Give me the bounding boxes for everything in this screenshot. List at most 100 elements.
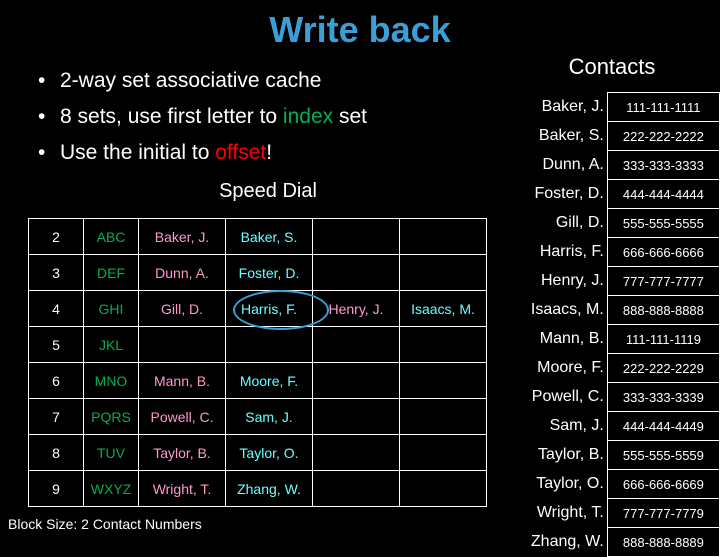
contact-number-cell: 444-444-4449 xyxy=(606,411,720,441)
speed-dial-entry-cell xyxy=(399,470,487,507)
contact-name-cell: Baker, S. xyxy=(538,127,604,144)
contact-name-cell: Harris, F. xyxy=(539,243,604,260)
bullet-text-segment: offset xyxy=(215,141,267,164)
speed-dial-entry-cell xyxy=(312,326,400,363)
speed-dial-tag-cell: ABC xyxy=(83,218,139,255)
contact-name-cell: Wright, T. xyxy=(536,504,604,521)
speed-dial-entry-cell xyxy=(312,218,400,255)
speed-dial-row: 3 DEF Dunn, A. Foster, D. xyxy=(28,254,487,291)
contact-row: Taylor, B. 555-555-5559 xyxy=(512,440,720,470)
speed-dial-row: 4 GHI Gill, D. Harris, F. Henry, J. Isaacs, M… xyxy=(28,290,487,327)
speed-dial-tag-cell: PQRS xyxy=(83,398,139,435)
contact-name-cell: Moore, F. xyxy=(537,359,604,376)
speed-dial-entry-cell xyxy=(225,326,313,363)
speed-dial-entry-cell: Wright, T. xyxy=(138,470,226,507)
speed-dial-entry-cell: Foster, D. xyxy=(225,254,313,291)
contact-number-cell: 222-222-2229 xyxy=(606,353,720,383)
contact-row: Henry, J. 777-777-7777 xyxy=(512,266,720,296)
contact-number-cell: 888-888-8889 xyxy=(606,527,720,557)
contact-name-cell: Taylor, O. xyxy=(536,475,604,492)
contact-number-cell: 111-111-1119 xyxy=(606,324,720,354)
bullet-marker-icon: • xyxy=(38,141,46,164)
speed-dial-table: 2 ABC Baker, J. Baker, S. 3 DEF Dunn, A. Foster… xyxy=(28,218,487,507)
speed-dial-entry-cell: Gill, D. xyxy=(138,290,226,327)
speed-dial-index-cell: 4 xyxy=(28,290,84,327)
speed-dial-entry-cell: Taylor, O. xyxy=(225,434,313,471)
speed-dial-index-cell: 5 xyxy=(28,326,84,363)
contact-name-cell: Mann, B. xyxy=(539,330,604,347)
contact-name-cell: Foster, D. xyxy=(534,185,604,202)
block-size-note: Block Size: 2 Contact Numbers xyxy=(8,516,202,532)
speed-dial-row: 8 TUV Taylor, B. Taylor, O. xyxy=(28,434,487,471)
contact-row: Sam, J. 444-444-4449 xyxy=(512,411,720,441)
contact-row: Mann, B. 111-111-1119 xyxy=(512,324,720,354)
speed-dial-tag-cell: GHI xyxy=(83,290,139,327)
contact-row: Taylor, O. 666-666-6669 xyxy=(512,469,720,499)
contact-row: Zhang, W. 888-888-8889 xyxy=(512,527,720,557)
speed-dial-entry-cell: Powell, C. xyxy=(138,398,226,435)
speed-dial-index-cell: 6 xyxy=(28,362,84,399)
speed-dial-entry-cell: Isaacs, M. xyxy=(399,290,487,327)
contact-number-cell: 888-888-8888 xyxy=(606,295,720,325)
speed-dial-entry-cell: Zhang, W. xyxy=(225,470,313,507)
speed-dial-entry-cell: Henry, J. xyxy=(312,290,400,327)
speed-dial-entry-cell xyxy=(312,254,400,291)
speed-dial-entry-cell: Baker, S. xyxy=(225,218,313,255)
contact-number-cell: 555-555-5559 xyxy=(606,440,720,470)
speed-dial-tag-cell: JKL xyxy=(83,326,139,363)
contact-row: Wright, T. 777-777-7779 xyxy=(512,498,720,528)
contact-number-cell: 333-333-3339 xyxy=(606,382,720,412)
speed-dial-entry-cell xyxy=(399,362,487,399)
contact-name-cell: Sam, J. xyxy=(549,417,604,434)
speed-dial-entry-cell xyxy=(312,362,400,399)
speed-dial-index-cell: 8 xyxy=(28,434,84,471)
speed-dial-caption: Speed Dial xyxy=(219,180,317,202)
bullet-text-segment: ! xyxy=(266,141,273,164)
contact-row: Powell, C. 333-333-3339 xyxy=(512,382,720,412)
contact-name-cell: Gill, D. xyxy=(555,214,604,231)
contact-number-cell: 222-222-2222 xyxy=(606,121,720,151)
contact-name-cell: Dunn, A. xyxy=(542,156,604,173)
speed-dial-entry-cell: Taylor, B. xyxy=(138,434,226,471)
contacts-table-body: Baker, J. 111-111-1111 Baker, S. 222-222-22… xyxy=(512,92,720,557)
bullet-text-segment: set xyxy=(333,105,367,128)
bullet-text-segment: Use the initial to xyxy=(60,141,216,164)
speed-dial-index-cell: 7 xyxy=(28,398,84,435)
bullet-text-segment: 2-way set associative cache xyxy=(60,69,322,92)
contact-row: Baker, J. 111-111-1111 xyxy=(512,92,720,122)
speed-dial-entry-cell xyxy=(399,254,487,291)
contact-row: Dunn, A. 333-333-3333 xyxy=(512,150,720,180)
bullet-text-segment: index xyxy=(282,105,334,128)
bullet-marker-icon: • xyxy=(38,69,46,92)
bullet-text-segment: 8 sets, use first letter to xyxy=(60,105,283,128)
speed-dial-entry-cell xyxy=(399,398,487,435)
speed-dial-entry-cell: Baker, J. xyxy=(138,218,226,255)
speed-dial-row: 7 PQRS Powell, C. Sam, J. xyxy=(28,398,487,435)
speed-dial-entry-cell: Moore, F. xyxy=(225,362,313,399)
speed-dial-entry-cell xyxy=(399,434,487,471)
speed-dial-tag-cell: MNO xyxy=(83,362,139,399)
speed-dial-index-cell: 3 xyxy=(28,254,84,291)
contact-row: Moore, F. 222-222-2229 xyxy=(512,353,720,383)
contacts-heading: Contacts xyxy=(568,54,656,79)
contact-number-cell: 777-777-7779 xyxy=(606,498,720,528)
speed-dial-entry-cell xyxy=(399,218,487,255)
speed-dial-entry-cell xyxy=(399,326,487,363)
contact-name-cell: Henry, J. xyxy=(540,272,604,289)
speed-dial-entry-cell: Dunn, A. xyxy=(138,254,226,291)
bullet-item: • Use the initial to offset! xyxy=(32,138,512,168)
contact-number-cell: 111-111-1111 xyxy=(606,92,720,122)
slide-canvas: Write back • 2-way set associative cache •… xyxy=(0,0,720,557)
contact-number-cell: 666-666-6666 xyxy=(606,237,720,267)
speed-dial-tag-cell: WXYZ xyxy=(83,470,139,507)
contact-number-cell: 555-555-5555 xyxy=(606,208,720,238)
contact-name-cell: Zhang, W. xyxy=(530,533,604,550)
speed-dial-entry-cell xyxy=(312,434,400,471)
speed-dial-row: 2 ABC Baker, J. Baker, S. xyxy=(28,218,487,255)
contact-number-cell: 444-444-4444 xyxy=(606,179,720,209)
contact-row: Harris, F. 666-666-6666 xyxy=(512,237,720,267)
contact-number-cell: 666-666-6669 xyxy=(606,469,720,499)
contact-row: Gill, D. 555-555-5555 xyxy=(512,208,720,238)
bullet-marker-icon: • xyxy=(38,105,46,128)
speed-dial-index-cell: 2 xyxy=(28,218,84,255)
